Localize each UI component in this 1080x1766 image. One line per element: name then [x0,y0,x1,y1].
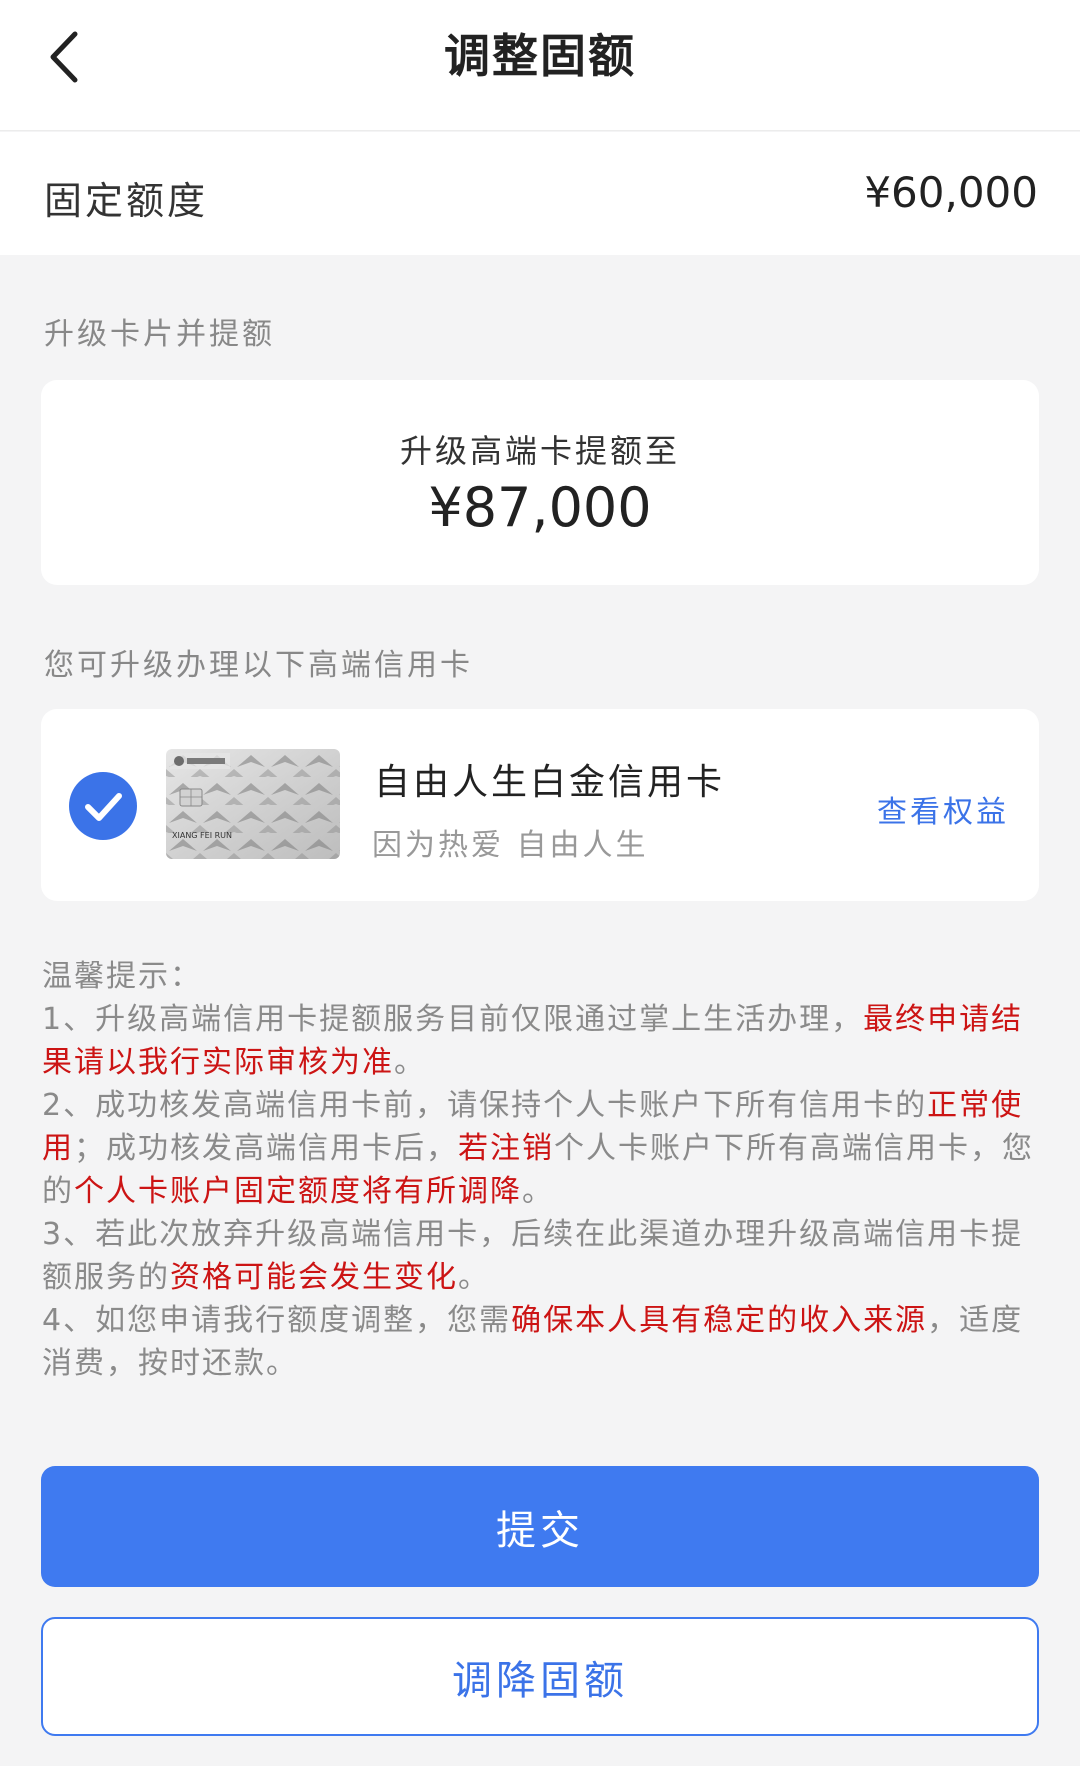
upgrade-label: 升级高端卡提额至 [399,432,680,470]
lower-limit-button[interactable]: 调降固额 [41,1617,1039,1736]
credit-card-slogan: 因为热爱 自由人生 [372,828,649,863]
tips-text: 2、成功核发高端信用卡前，请保持个人卡账户下所有信用卡的 [42,1088,928,1123]
tips-list: 1、升级高端信用卡提额服务目前仅限通过掌上生活办理，最终申请结果请以我行实际审核… [42,998,1042,1385]
credit-card-option[interactable]: XIANG FEI RUN 自由人生白金信用卡 因为热爱 自由人生 查看权益 [41,709,1039,901]
upgrade-limit-card: 升级高端卡提额至 ¥87,000 [41,380,1039,585]
view-benefits-link[interactable]: 查看权益 [877,787,1009,831]
tips-highlight-text: 确保本人具有稳定的收入来源 [511,1303,928,1338]
tips-title: 温馨提示： [42,959,202,994]
tips-highlight-text: 若注销 [458,1131,554,1166]
tips-item: 4、如您申请我行额度调整，您需确保本人具有稳定的收入来源，适度消费，按时还款。 [42,1299,1042,1385]
upgrade-amount: ¥87,000 [428,476,652,539]
card-options-title: 您可升级办理以下高端信用卡 [44,648,473,683]
tips-item: 3、若此次放弃升级高端信用卡，后续在此渠道办理升级高端信用卡提额服务的资格可能会… [42,1213,1042,1299]
tips-highlight-text: 个人卡账户固定额度将有所调降 [74,1174,522,1209]
credit-card-name: 自由人生白金信用卡 [374,762,726,803]
selected-check-icon[interactable] [69,772,137,840]
svg-text:XIANG FEI RUN: XIANG FEI RUN [172,831,232,840]
tips-text: 1、升级高端信用卡提额服务目前仅限通过掌上生活办理， [42,1002,864,1037]
tips-highlight-text: 资格可能会发生变化 [170,1260,458,1295]
fixed-limit-value: ¥60,000 [864,168,1038,217]
submit-button[interactable]: 提交 [41,1466,1039,1587]
fixed-limit-row: 固定额度 ¥60,000 [0,132,1080,255]
tips-text: 。 [522,1174,554,1209]
fixed-limit-label: 固定额度 [44,179,209,223]
nav-bar: 调整固额 [0,0,1080,131]
page-title: 调整固额 [444,29,636,83]
tips-notice: 温馨提示： 1、升级高端信用卡提额服务目前仅限通过掌上生活办理，最终申请结果请以… [42,955,1042,1385]
tips-item: 1、升级高端信用卡提额服务目前仅限通过掌上生活办理，最终申请结果请以我行实际审核… [42,998,1042,1084]
tips-text: 4、如您申请我行额度调整，您需 [42,1303,512,1338]
tips-text: 。 [458,1260,490,1295]
upgrade-section-title: 升级卡片并提额 [44,317,275,352]
tips-item: 2、成功核发高端信用卡前，请保持个人卡账户下所有信用卡的正常使用；成功核发高端信… [42,1084,1042,1213]
credit-card-image: XIANG FEI RUN [166,749,340,859]
tips-text: ；成功核发高端信用卡后， [74,1131,458,1166]
tips-text: 。 [394,1045,426,1080]
